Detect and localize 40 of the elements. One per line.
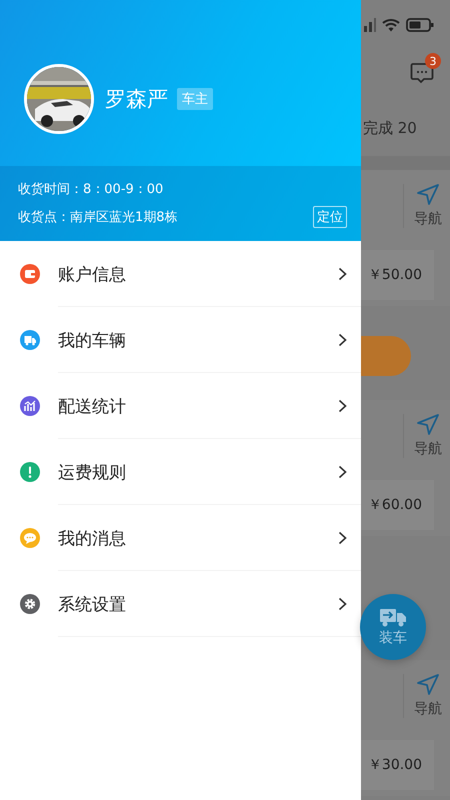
delivery-address: 收货点：南岸区蓝光1期8栋 <box>18 208 178 226</box>
chevron-right-icon <box>338 399 347 413</box>
menu-item[interactable]: 我的车辆 <box>0 307 361 373</box>
chat-bubble-icon <box>20 528 40 548</box>
navigation-arrow-icon <box>416 674 440 696</box>
menu-label: 配送统计 <box>58 396 127 418</box>
fee-amount: ￥60.00 <box>368 496 422 514</box>
delivery-time: 收货时间：8：00-9：00 <box>18 180 164 198</box>
menu-label: 账户信息 <box>58 264 127 286</box>
menu-label: 我的消息 <box>58 528 127 550</box>
exclamation-icon <box>20 462 40 482</box>
wifi-icon <box>382 18 400 32</box>
menu-item[interactable]: 运费规则 <box>0 439 361 505</box>
chevron-right-icon <box>338 333 347 347</box>
battery-icon <box>406 18 434 32</box>
chevron-right-icon <box>338 465 347 479</box>
truck-icon <box>379 607 407 627</box>
menu-item[interactable]: 配送统计 <box>0 373 361 439</box>
navigation-arrow-icon <box>416 184 440 206</box>
bar-chart-icon <box>20 396 40 416</box>
chevron-right-icon <box>338 531 347 545</box>
fee-amount: ￥30.00 <box>368 756 422 774</box>
action-button[interactable] <box>361 336 411 376</box>
menu-item[interactable]: 我的消息 <box>0 505 361 571</box>
menu-label: 我的车辆 <box>58 330 127 352</box>
role-badge: 车主 <box>177 88 213 110</box>
menu-item[interactable]: 账户信息 <box>0 241 361 307</box>
signal-icon <box>364 18 376 32</box>
fee-amount: ￥50.00 <box>368 266 422 284</box>
menu-label: 运费规则 <box>58 462 127 484</box>
chevron-right-icon <box>338 597 347 611</box>
chevron-right-icon <box>338 267 347 281</box>
menu-item[interactable]: 系统设置 <box>0 571 361 637</box>
user-name: 罗森严 <box>105 86 168 113</box>
truck-icon <box>20 330 40 350</box>
wallet-icon <box>20 264 40 284</box>
settings-icon <box>20 594 40 614</box>
notification-badge: 3 <box>425 53 441 69</box>
menu-label: 系统设置 <box>58 594 127 616</box>
navigation-arrow-icon <box>416 414 440 436</box>
